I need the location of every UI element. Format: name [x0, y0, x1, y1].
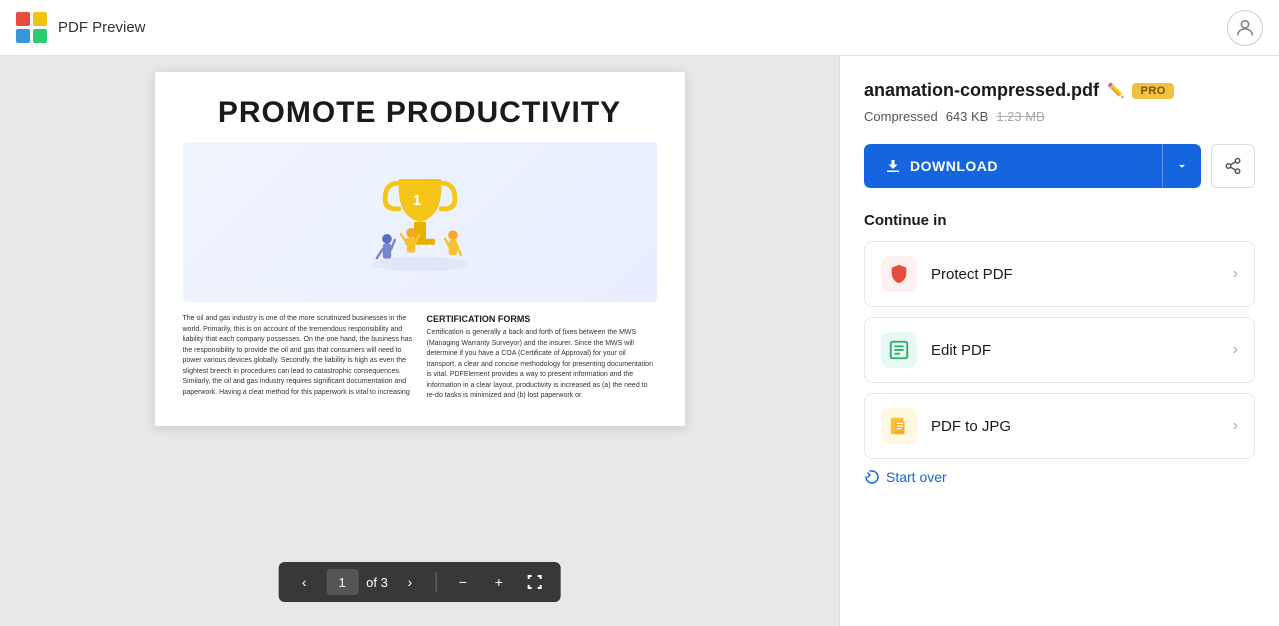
download-btn-wrapper: DOWNLOAD — [864, 144, 1201, 188]
sidebar: anamation-compressed.pdf ✏️ PRO Compress… — [839, 56, 1279, 626]
trophy-illustration: ★ ★ ★ 1 — [183, 142, 657, 302]
pdf-to-jpg-icon — [881, 408, 917, 444]
trophy-svg: ★ ★ ★ 1 — [360, 162, 480, 282]
pdf-to-jpg-label: PDF to JPG — [931, 418, 1011, 435]
page-of-label: of 3 — [366, 575, 388, 590]
pro-badge: PRO — [1132, 83, 1173, 99]
pdf-col-right: CERTIFICATION FORMS Certification is gen… — [427, 314, 657, 402]
svg-text:1: 1 — [412, 193, 420, 209]
pdf-body-left: The oil and gas industry is one of the m… — [183, 314, 413, 398]
start-over-row[interactable]: Start over — [864, 469, 1255, 485]
main-content: PROMOTE PRODUCTIVITY ★ ★ ★ — [0, 56, 1279, 626]
action-card-jpg[interactable]: PDF to JPG › — [864, 393, 1255, 459]
prev-page-button[interactable]: ‹ — [290, 568, 318, 596]
zoom-out-button[interactable]: − — [449, 568, 477, 596]
action-card-protect-left: Protect PDF — [881, 256, 1013, 292]
download-button[interactable]: DOWNLOAD — [864, 144, 1162, 188]
file-meta: Compressed 643 KB 1.23 MB — [864, 109, 1255, 124]
pdf-viewer-area: PROMOTE PRODUCTIVITY ★ ★ ★ — [0, 56, 839, 626]
file-original-size: 1.23 MB — [996, 109, 1044, 124]
toolbar-divider — [436, 572, 437, 592]
continue-in-label: Continue in — [864, 212, 1255, 229]
file-status: Compressed — [864, 109, 938, 124]
pdf-toolbar: ‹ of 3 › − + — [278, 562, 561, 602]
next-page-button[interactable]: › — [396, 568, 424, 596]
app-logo — [16, 12, 48, 44]
jpg-chevron-icon: › — [1233, 417, 1238, 435]
action-card-protect[interactable]: Protect PDF › — [864, 241, 1255, 307]
protect-pdf-label: Protect PDF — [931, 266, 1013, 283]
pdf-body-right: Certification is generally a back and fo… — [427, 328, 657, 402]
protect-chevron-icon: › — [1233, 265, 1238, 283]
file-name: anamation-compressed.pdf — [864, 80, 1099, 101]
avatar-icon — [1234, 17, 1256, 39]
pdf-section-title: CERTIFICATION FORMS — [427, 314, 657, 324]
action-card-edit[interactable]: Edit PDF › — [864, 317, 1255, 383]
protect-pdf-icon — [881, 256, 917, 292]
pdf-page: PROMOTE PRODUCTIVITY ★ ★ ★ — [155, 72, 685, 426]
svg-text:★ ★ ★: ★ ★ ★ — [412, 244, 432, 251]
share-button[interactable] — [1211, 144, 1255, 188]
pdf-col-left: The oil and gas industry is one of the m… — [183, 314, 413, 402]
fit-page-button[interactable] — [521, 568, 549, 596]
user-avatar[interactable] — [1227, 10, 1263, 46]
file-name-row: anamation-compressed.pdf ✏️ PRO — [864, 80, 1255, 101]
edit-pdf-label: Edit PDF — [931, 342, 991, 359]
page-number-input[interactable] — [326, 569, 358, 595]
zoom-in-button[interactable]: + — [485, 568, 513, 596]
header-title: PDF Preview — [58, 19, 146, 36]
download-row: DOWNLOAD — [864, 144, 1255, 188]
chevron-down-icon — [1175, 159, 1189, 173]
start-over-icon — [864, 469, 880, 485]
edit-pdf-icon — [881, 332, 917, 368]
edit-chevron-icon: › — [1233, 341, 1238, 359]
header: PDF Preview — [0, 0, 1279, 56]
download-label: DOWNLOAD — [910, 158, 998, 174]
header-left: PDF Preview — [16, 12, 146, 44]
pdf-page-title: PROMOTE PRODUCTIVITY — [183, 96, 657, 130]
action-card-jpg-left: PDF to JPG — [881, 408, 1011, 444]
download-chevron-button[interactable] — [1162, 144, 1201, 188]
file-size: 643 KB — [946, 109, 989, 124]
share-icon — [1224, 157, 1242, 175]
pdf-content-cols: The oil and gas industry is one of the m… — [183, 314, 657, 402]
download-icon — [884, 157, 902, 175]
start-over-label: Start over — [886, 469, 947, 485]
edit-filename-icon[interactable]: ✏️ — [1107, 82, 1124, 99]
action-card-edit-left: Edit PDF — [881, 332, 991, 368]
